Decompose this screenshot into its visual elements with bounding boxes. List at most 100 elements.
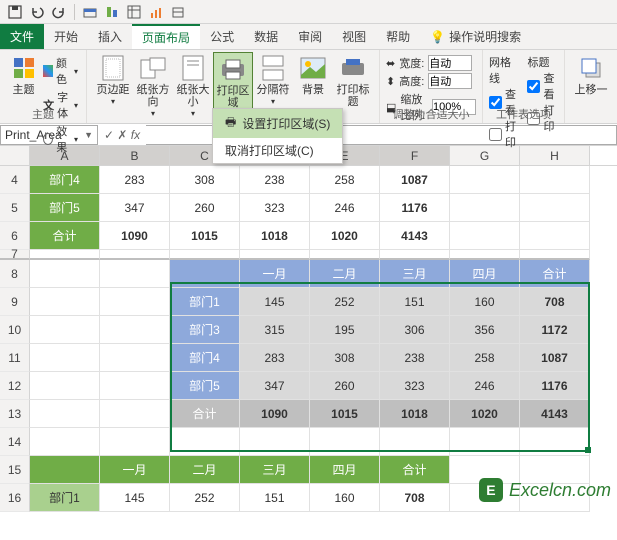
cell[interactable] [100, 344, 170, 372]
cell[interactable]: 4143 [520, 400, 590, 428]
cell[interactable]: 238 [240, 166, 310, 194]
cell[interactable] [380, 250, 450, 260]
cell[interactable] [100, 372, 170, 400]
cell[interactable]: 合计 [30, 222, 100, 250]
redo-icon[interactable] [50, 3, 68, 21]
cell[interactable]: 151 [240, 484, 310, 512]
col-F[interactable]: F [380, 146, 450, 165]
cell[interactable] [170, 260, 240, 288]
cell[interactable]: 三月 [240, 456, 310, 484]
cell[interactable] [30, 456, 100, 484]
cell[interactable]: 238 [380, 344, 450, 372]
cell[interactable]: 四月 [310, 456, 380, 484]
row-number[interactable]: 5 [0, 194, 30, 222]
cell[interactable] [30, 250, 100, 260]
cell[interactable] [450, 428, 520, 456]
cell[interactable]: 1015 [310, 400, 380, 428]
cell[interactable] [100, 316, 170, 344]
cell[interactable] [520, 166, 590, 194]
cell[interactable]: 252 [310, 288, 380, 316]
cell[interactable] [30, 260, 100, 288]
cell[interactable]: 部门4 [170, 344, 240, 372]
cell[interactable]: 部门3 [170, 316, 240, 344]
fx-icon[interactable]: ✓ ✗ fx [98, 128, 146, 142]
save-icon[interactable] [6, 3, 24, 21]
qat-icon-4[interactable] [147, 3, 165, 21]
cell[interactable] [450, 250, 520, 260]
print-titles-button[interactable]: 打印标题 [333, 52, 373, 110]
row-number[interactable]: 7 [0, 250, 30, 260]
cell[interactable] [170, 428, 240, 456]
cell[interactable]: 1172 [520, 316, 590, 344]
cell[interactable]: 1176 [380, 194, 450, 222]
cell[interactable] [30, 288, 100, 316]
cell[interactable] [30, 316, 100, 344]
row-number[interactable]: 15 [0, 456, 30, 484]
set-print-area-item[interactable]: 🖶设置打印区域(S) [213, 109, 342, 138]
cell[interactable] [520, 250, 590, 260]
cell[interactable]: 260 [310, 372, 380, 400]
qat-icon-3[interactable] [125, 3, 143, 21]
cell[interactable] [450, 222, 520, 250]
effects-button[interactable]: 效果▾ [41, 122, 80, 156]
cell[interactable]: 4143 [380, 222, 450, 250]
cell[interactable] [380, 428, 450, 456]
cell[interactable]: 1020 [310, 222, 380, 250]
tab-formulas[interactable]: 公式 [200, 24, 244, 49]
cell[interactable] [30, 344, 100, 372]
cell[interactable] [310, 428, 380, 456]
width-input[interactable] [428, 55, 472, 71]
tab-data[interactable]: 数据 [244, 24, 288, 49]
cell[interactable] [520, 222, 590, 250]
background-button[interactable]: 背景 [293, 52, 333, 98]
cell[interactable]: 347 [240, 372, 310, 400]
cell[interactable] [520, 194, 590, 222]
cell[interactable]: 306 [380, 316, 450, 344]
cell[interactable] [520, 428, 590, 456]
cell[interactable]: 323 [240, 194, 310, 222]
cell[interactable]: 347 [100, 194, 170, 222]
cell[interactable]: 160 [310, 484, 380, 512]
cell[interactable]: 二月 [310, 260, 380, 288]
cell[interactable]: 三月 [380, 260, 450, 288]
colors-button[interactable]: 颜色▾ [41, 54, 80, 88]
cell[interactable]: 246 [450, 372, 520, 400]
cell[interactable]: 308 [170, 166, 240, 194]
tab-review[interactable]: 审阅 [288, 24, 332, 49]
cell[interactable]: 一月 [100, 456, 170, 484]
cell[interactable]: 151 [380, 288, 450, 316]
tab-home[interactable]: 开始 [44, 24, 88, 49]
cell[interactable] [240, 428, 310, 456]
row-number[interactable]: 8 [0, 260, 30, 288]
bring-forward-button[interactable]: 上移一 [571, 52, 611, 98]
cell[interactable]: 合计 [170, 400, 240, 428]
cell[interactable]: 145 [240, 288, 310, 316]
qat-icon-1[interactable] [81, 3, 99, 21]
cell[interactable] [100, 400, 170, 428]
cell[interactable] [100, 288, 170, 316]
cell[interactable] [100, 260, 170, 288]
cell[interactable]: 1018 [380, 400, 450, 428]
tab-file[interactable]: 文件 [0, 24, 44, 49]
margins-button[interactable]: 页边距▾ [93, 52, 133, 110]
undo-icon[interactable] [28, 3, 46, 21]
cell[interactable]: 1090 [100, 222, 170, 250]
cell[interactable]: 1015 [170, 222, 240, 250]
cell[interactable]: 部门1 [30, 484, 100, 512]
cell[interactable] [100, 428, 170, 456]
row-number[interactable]: 9 [0, 288, 30, 316]
cell[interactable]: 部门5 [30, 194, 100, 222]
cell[interactable]: 258 [310, 166, 380, 194]
cell[interactable]: 708 [520, 288, 590, 316]
cell[interactable]: 258 [450, 344, 520, 372]
qat-icon-2[interactable] [103, 3, 121, 21]
tell-me[interactable]: 💡操作说明搜索 [420, 24, 531, 49]
cell[interactable] [30, 428, 100, 456]
cell[interactable]: 260 [170, 194, 240, 222]
cell[interactable]: 部门4 [30, 166, 100, 194]
row-number[interactable]: 16 [0, 484, 30, 512]
cell[interactable] [240, 250, 310, 260]
row-number[interactable]: 6 [0, 222, 30, 250]
cell[interactable]: 合计 [380, 456, 450, 484]
height-input[interactable] [428, 73, 472, 89]
